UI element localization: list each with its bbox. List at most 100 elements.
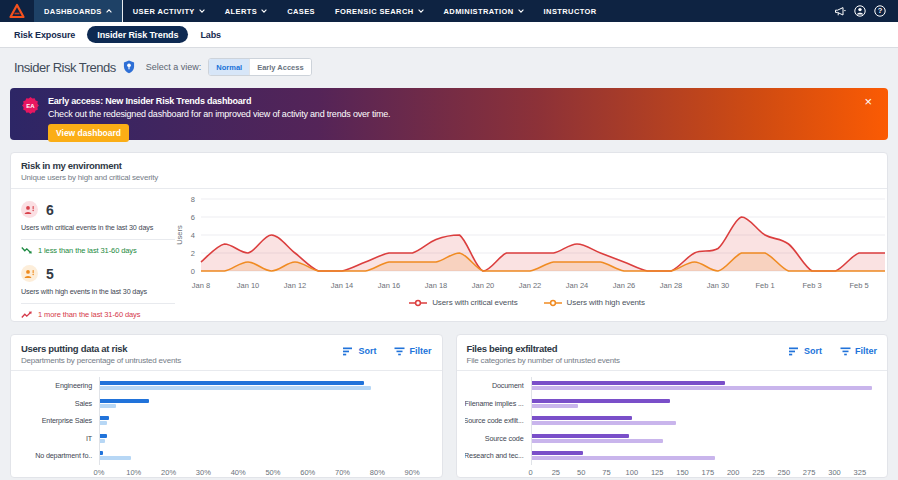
user-alert-icon [24,205,35,215]
x-tick: 80% [370,468,385,477]
banner-title: Early access: New Insider Risk Trends da… [48,96,390,106]
bar-chart: DocumentFilename implies ...Source code … [457,371,888,479]
chart-legend: Users with critical events Users with hig… [175,298,879,307]
card-header: Users putting data at riskDepartments by… [11,335,442,371]
view-selector-label: Select a view: [146,62,202,72]
stat-icon [21,265,38,282]
legend-marker-icon [544,299,562,307]
chevron-down-icon [261,9,267,13]
legend-item-users-with-high-events[interactable]: Users with high events [544,298,645,307]
svg-text:4: 4 [191,231,195,240]
x-tick: 200 [727,468,740,477]
bar-primary [532,434,630,438]
bar-secondary [100,456,131,460]
svg-text:Jan 22: Jan 22 [519,281,542,290]
stat-label: Users with high events in the last 30 da… [21,287,175,296]
bar-secondary [100,404,116,408]
app-logo[interactable] [0,0,34,22]
bar-secondary [532,386,872,390]
bar-row [532,412,876,430]
user-alert-icon [24,269,35,279]
svg-text:Jan 18: Jan 18 [425,281,448,290]
svg-text:Jan 30: Jan 30 [707,281,730,290]
risk-stat-critical: 6Users with critical events in the last … [21,201,175,255]
svg-text:Feb 3: Feb 3 [802,281,821,290]
bar-secondary [532,439,663,443]
svg-text:Jan 8: Jan 8 [192,281,210,290]
help-icon[interactable]: ? [874,5,886,17]
bar-row [100,377,430,395]
bar-secondary [532,404,578,408]
announcements-icon[interactable] [834,6,846,17]
filter-button[interactable]: Filter [840,346,877,356]
nav-item-forensic-search[interactable]: FORENSIC SEARCH [325,0,434,22]
x-tick: 300 [828,468,841,477]
legend-item-users-with-critical-events[interactable]: Users with critical events [409,298,517,307]
banner-close-icon[interactable]: × [864,94,872,109]
category-label: Source code [465,430,531,448]
bar-row [532,395,876,413]
svg-text:Jan 14: Jan 14 [331,281,354,290]
stat-trend: 1 less than the last 31-60 days [21,246,175,255]
early-access-banner: EA Early access: New Insider Risk Trends… [10,88,888,140]
legend-marker-icon [409,299,427,307]
view-dashboard-button[interactable]: View dashboard [48,124,129,142]
bar-primary [532,416,632,420]
x-tick: 175 [702,468,715,477]
page-header: Insider Risk Trends Select a view: Norma… [14,54,884,80]
filter-icon [840,347,851,356]
filter-button[interactable]: Filter [394,346,431,356]
stat-value: 6 [46,202,54,218]
svg-text:Jan 16: Jan 16 [378,281,401,290]
nav-item-alerts[interactable]: ALERTS [215,0,277,22]
svg-text:Jan 28: Jan 28 [660,281,683,290]
x-tick: 0% [94,468,105,477]
x-tick: 40% [231,468,246,477]
x-tick: 20% [161,468,176,477]
svg-text:Users: Users [175,225,184,245]
risk-card-title: Risk in my environment [21,160,877,171]
category-label: Engineering [19,377,99,395]
x-tick: 50 [577,468,585,477]
nav-item-administration[interactable]: ADMINISTRATION [434,0,534,22]
category-label: Filename implies ... [465,395,531,413]
users-putting-data-at-risk-card: Users putting data at riskDepartments by… [10,334,443,478]
view-option-early-access[interactable]: Early Access [249,59,310,75]
nav-item-instructor[interactable]: INSTRUCTOR [534,0,607,22]
risk-card-subtitle: Unique users by high and critical severi… [21,173,877,182]
category-label: IT [19,430,99,448]
page-title: Insider Risk Trends [14,60,116,75]
sort-button[interactable]: Sort [789,346,822,356]
tab-insider-risk-trends[interactable]: Insider Risk Trends [87,26,188,43]
bar-row [100,412,430,430]
bar-secondary [532,421,676,425]
bar-primary [532,381,726,385]
svg-text:6: 6 [191,213,195,222]
category-label: Document [465,377,531,395]
nav-item-dashboards[interactable]: DASHBOARDS [34,0,123,22]
nav-item-cases[interactable]: CASES [277,0,325,22]
bar-primary [532,451,584,455]
logo-icon [9,3,25,19]
nav-item-label: USER ACTIVITY [133,7,195,16]
svg-text:Jan 12: Jan 12 [284,281,307,290]
x-tick: 60% [300,468,315,477]
nav-item-label: INSTRUCTOR [544,7,597,16]
card-header: Files being exfiltratedFile categories b… [457,335,888,371]
navbar-actions: ? [834,0,898,22]
view-option-normal[interactable]: Normal [209,59,249,75]
bar-row [532,447,876,465]
user-account-icon[interactable] [854,5,866,17]
svg-text:2: 2 [191,249,195,258]
nav-item-user-activity[interactable]: USER ACTIVITY [123,0,215,22]
x-tick: 100 [626,468,639,477]
bar-secondary [532,456,716,460]
sort-button[interactable]: Sort [343,346,376,356]
tab-labs[interactable]: Labs [200,26,221,44]
trend-down-icon [21,246,33,255]
bar-primary [100,381,364,385]
svg-text:Jan 10: Jan 10 [237,281,260,290]
tab-risk-exposure[interactable]: Risk Exposure [14,26,75,44]
risk-stat-high: 5Users with high events in the last 30 d… [21,265,175,319]
stat-icon [21,201,38,218]
